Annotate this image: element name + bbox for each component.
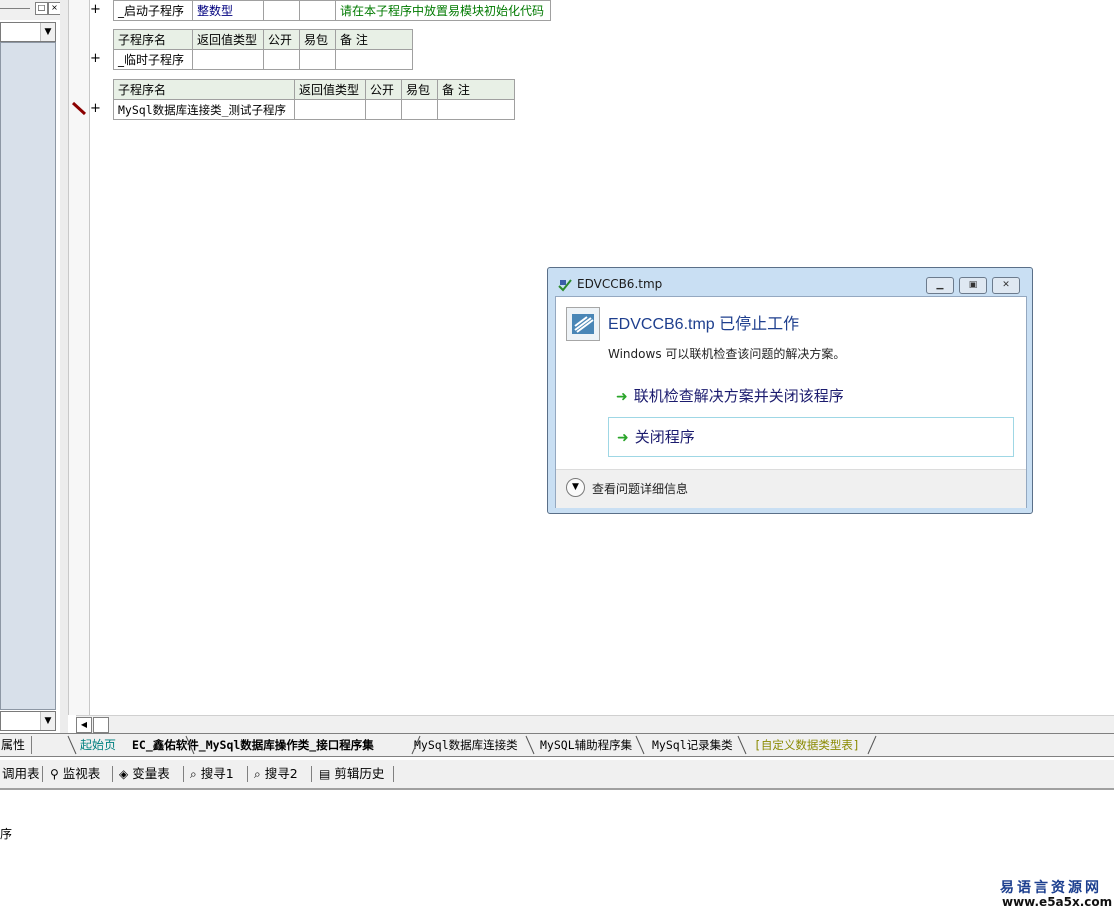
col-header-epackage: 易包: [401, 79, 438, 100]
dialog-subtext: Windows 可以联机检查该问题的解决方案。: [608, 347, 846, 361]
toolbar-divider: [42, 766, 43, 782]
col-header-epackage: 易包: [299, 29, 336, 50]
table-row[interactable]: MySql数据库连接类_测试子程序: [113, 99, 515, 120]
search-doc-icon: ⌕: [190, 767, 197, 781]
current-line-marker-icon: [71, 101, 87, 116]
search2-button[interactable]: ⌕ 搜寻2: [254, 765, 298, 783]
col-header-remark: 备 注: [437, 79, 515, 100]
left-panel-bottom-dropdown[interactable]: ▼: [0, 711, 56, 731]
return-type-cell[interactable]: 整数型: [192, 0, 264, 21]
magnifier-icon: ⚲: [50, 767, 59, 781]
chevron-down-icon[interactable]: ▼: [566, 478, 585, 497]
dialog-heading: EDVCCB6.tmp 已停止工作: [608, 316, 800, 333]
left-panel-header: □ ×: [0, 0, 61, 20]
watch-table-button[interactable]: ⚲ 监视表: [50, 765, 100, 783]
clip-history-label: 剪辑历史: [334, 766, 385, 781]
col-header-public: 公开: [263, 29, 300, 50]
dialog-body: EDVCCB6.tmp 已停止工作 Windows 可以联机检查该问题的解决方案…: [555, 296, 1027, 508]
watch-table-label: 监视表: [62, 766, 101, 781]
remark-cell[interactable]: 请在本子程序中放置易模块初始化代码: [335, 0, 551, 21]
toolbar-divider: [112, 766, 113, 782]
close-window-button[interactable]: ✕: [992, 277, 1020, 294]
pin-icon[interactable]: □: [35, 2, 48, 15]
public-cell[interactable]: [263, 0, 300, 21]
remark-cell[interactable]: [335, 49, 413, 70]
sub-name-cell[interactable]: _临时子程序: [113, 49, 193, 70]
call-table-label: 调用表: [2, 766, 40, 781]
scroll-thumb[interactable]: [93, 717, 109, 733]
green-arrow-icon: ➜: [617, 430, 629, 446]
panel-title-line: [0, 8, 30, 9]
call-table-button[interactable]: 调用表: [2, 765, 40, 783]
temp-sub-table: 子程序名 返回值类型 公开 易包 备 注 _临时子程序: [113, 29, 413, 70]
remark-cell[interactable]: [437, 99, 515, 120]
watermark-url: www.e5a5x.com: [1002, 895, 1113, 909]
sub-name-cell[interactable]: MySql数据库连接类_测试子程序: [113, 99, 295, 120]
toolbar-divider: [393, 766, 394, 782]
chevron-down-icon[interactable]: ▼: [40, 712, 55, 730]
view-details-link[interactable]: 查看问题详细信息: [592, 480, 688, 497]
program-icon: [566, 307, 600, 341]
col-header-sub-name: 子程序名: [113, 29, 193, 50]
app-title-icon: [558, 279, 572, 292]
search1-button[interactable]: ⌕ 搜寻1: [190, 765, 234, 783]
test-sub-table: 子程序名 返回值类型 公开 易包 备 注 MySql数据库连接类_测试子程序: [113, 79, 515, 120]
search2-label: 搜寻2: [264, 766, 298, 781]
search-doc-icon: ⌕: [254, 767, 261, 781]
toolbar-divider: [311, 766, 312, 782]
col-header-public: 公开: [365, 79, 402, 100]
return-type-cell[interactable]: [192, 49, 264, 70]
debug-toolbar: 调用表 ⚲ 监视表 ◈ 变量表 ⌕ 搜寻1 ⌕ 搜寻2 ▤ 剪辑历史: [0, 760, 1114, 790]
search1-label: 搜寻1: [200, 766, 234, 781]
output-text: 序: [0, 827, 13, 841]
left-panel-dropdown[interactable]: ▼: [0, 22, 56, 42]
return-type-cell[interactable]: [294, 99, 366, 120]
green-arrow-icon: ➜: [616, 389, 628, 405]
col-header-remark: 备 注: [335, 29, 413, 50]
epackage-cell[interactable]: [401, 99, 438, 120]
clip-history-button[interactable]: ▤ 剪辑历史: [319, 765, 384, 783]
variable-icon: ◈: [119, 767, 129, 781]
dialog-title: EDVCCB6.tmp: [577, 277, 663, 291]
public-cell[interactable]: [365, 99, 402, 120]
public-cell[interactable]: [263, 49, 300, 70]
left-panel-list[interactable]: [0, 42, 56, 710]
expand-icon[interactable]: +: [90, 51, 101, 66]
tab-properties[interactable]: 属性: [0, 736, 32, 754]
toolbar-divider: [183, 766, 184, 782]
error-dialog: EDVCCB6.tmp ▁ ▣ ✕ EDVCCB6.tmp 已停止工作 Wind…: [547, 267, 1033, 514]
check-online-label: 联机检查解决方案并关闭该程序: [633, 387, 844, 405]
expand-icon[interactable]: +: [90, 101, 101, 116]
close-program-button[interactable]: ➜ 关闭程序: [608, 417, 1014, 457]
minimize-button[interactable]: ▁: [926, 277, 954, 294]
table-row[interactable]: _启动子程序 整数型 请在本子程序中放置易模块初始化代码: [113, 0, 551, 21]
maximize-button[interactable]: ▣: [959, 277, 987, 294]
tab-separators: [67, 735, 877, 755]
epackage-cell[interactable]: [299, 49, 336, 70]
sub-name-cell[interactable]: _启动子程序: [113, 0, 193, 21]
col-header-sub-name: 子程序名: [113, 79, 295, 100]
close-program-label: 关闭程序: [634, 428, 695, 446]
dialog-footer: ▼ 查看问题详细信息: [556, 469, 1026, 508]
startup-sub-table: _启动子程序 整数型 请在本子程序中放置易模块初始化代码: [113, 0, 551, 21]
epackage-cell[interactable]: [299, 0, 336, 21]
toolbar-divider: [247, 766, 248, 782]
table-header-row: 子程序名 返回值类型 公开 易包 备 注: [113, 79, 515, 100]
variable-table-label: 变量表: [132, 766, 170, 781]
variable-table-button[interactable]: ◈ 变量表: [119, 765, 170, 783]
table-header-row: 子程序名 返回值类型 公开 易包 备 注: [113, 29, 413, 50]
chevron-down-icon[interactable]: ▼: [40, 23, 55, 41]
clipboard-icon: ▤: [319, 767, 331, 781]
table-row[interactable]: _临时子程序: [113, 49, 413, 70]
expand-icon[interactable]: +: [90, 2, 101, 17]
scroll-left-arrow-icon[interactable]: ◀: [76, 717, 92, 733]
tab-bar: 属性 起始页 EC_鑫佑软件_MySql数据库操作类_接口程序集 MySql数据…: [0, 733, 1114, 757]
col-header-return-type: 返回值类型: [192, 29, 264, 50]
check-online-and-close-button[interactable]: ➜ 联机检查解决方案并关闭该程序: [608, 377, 1012, 415]
watermark-site-name: 易语言资源网: [1000, 880, 1102, 896]
splitter[interactable]: [60, 0, 68, 735]
col-header-return-type: 返回值类型: [294, 79, 366, 100]
horizontal-scrollbar[interactable]: ◀: [76, 715, 1114, 733]
